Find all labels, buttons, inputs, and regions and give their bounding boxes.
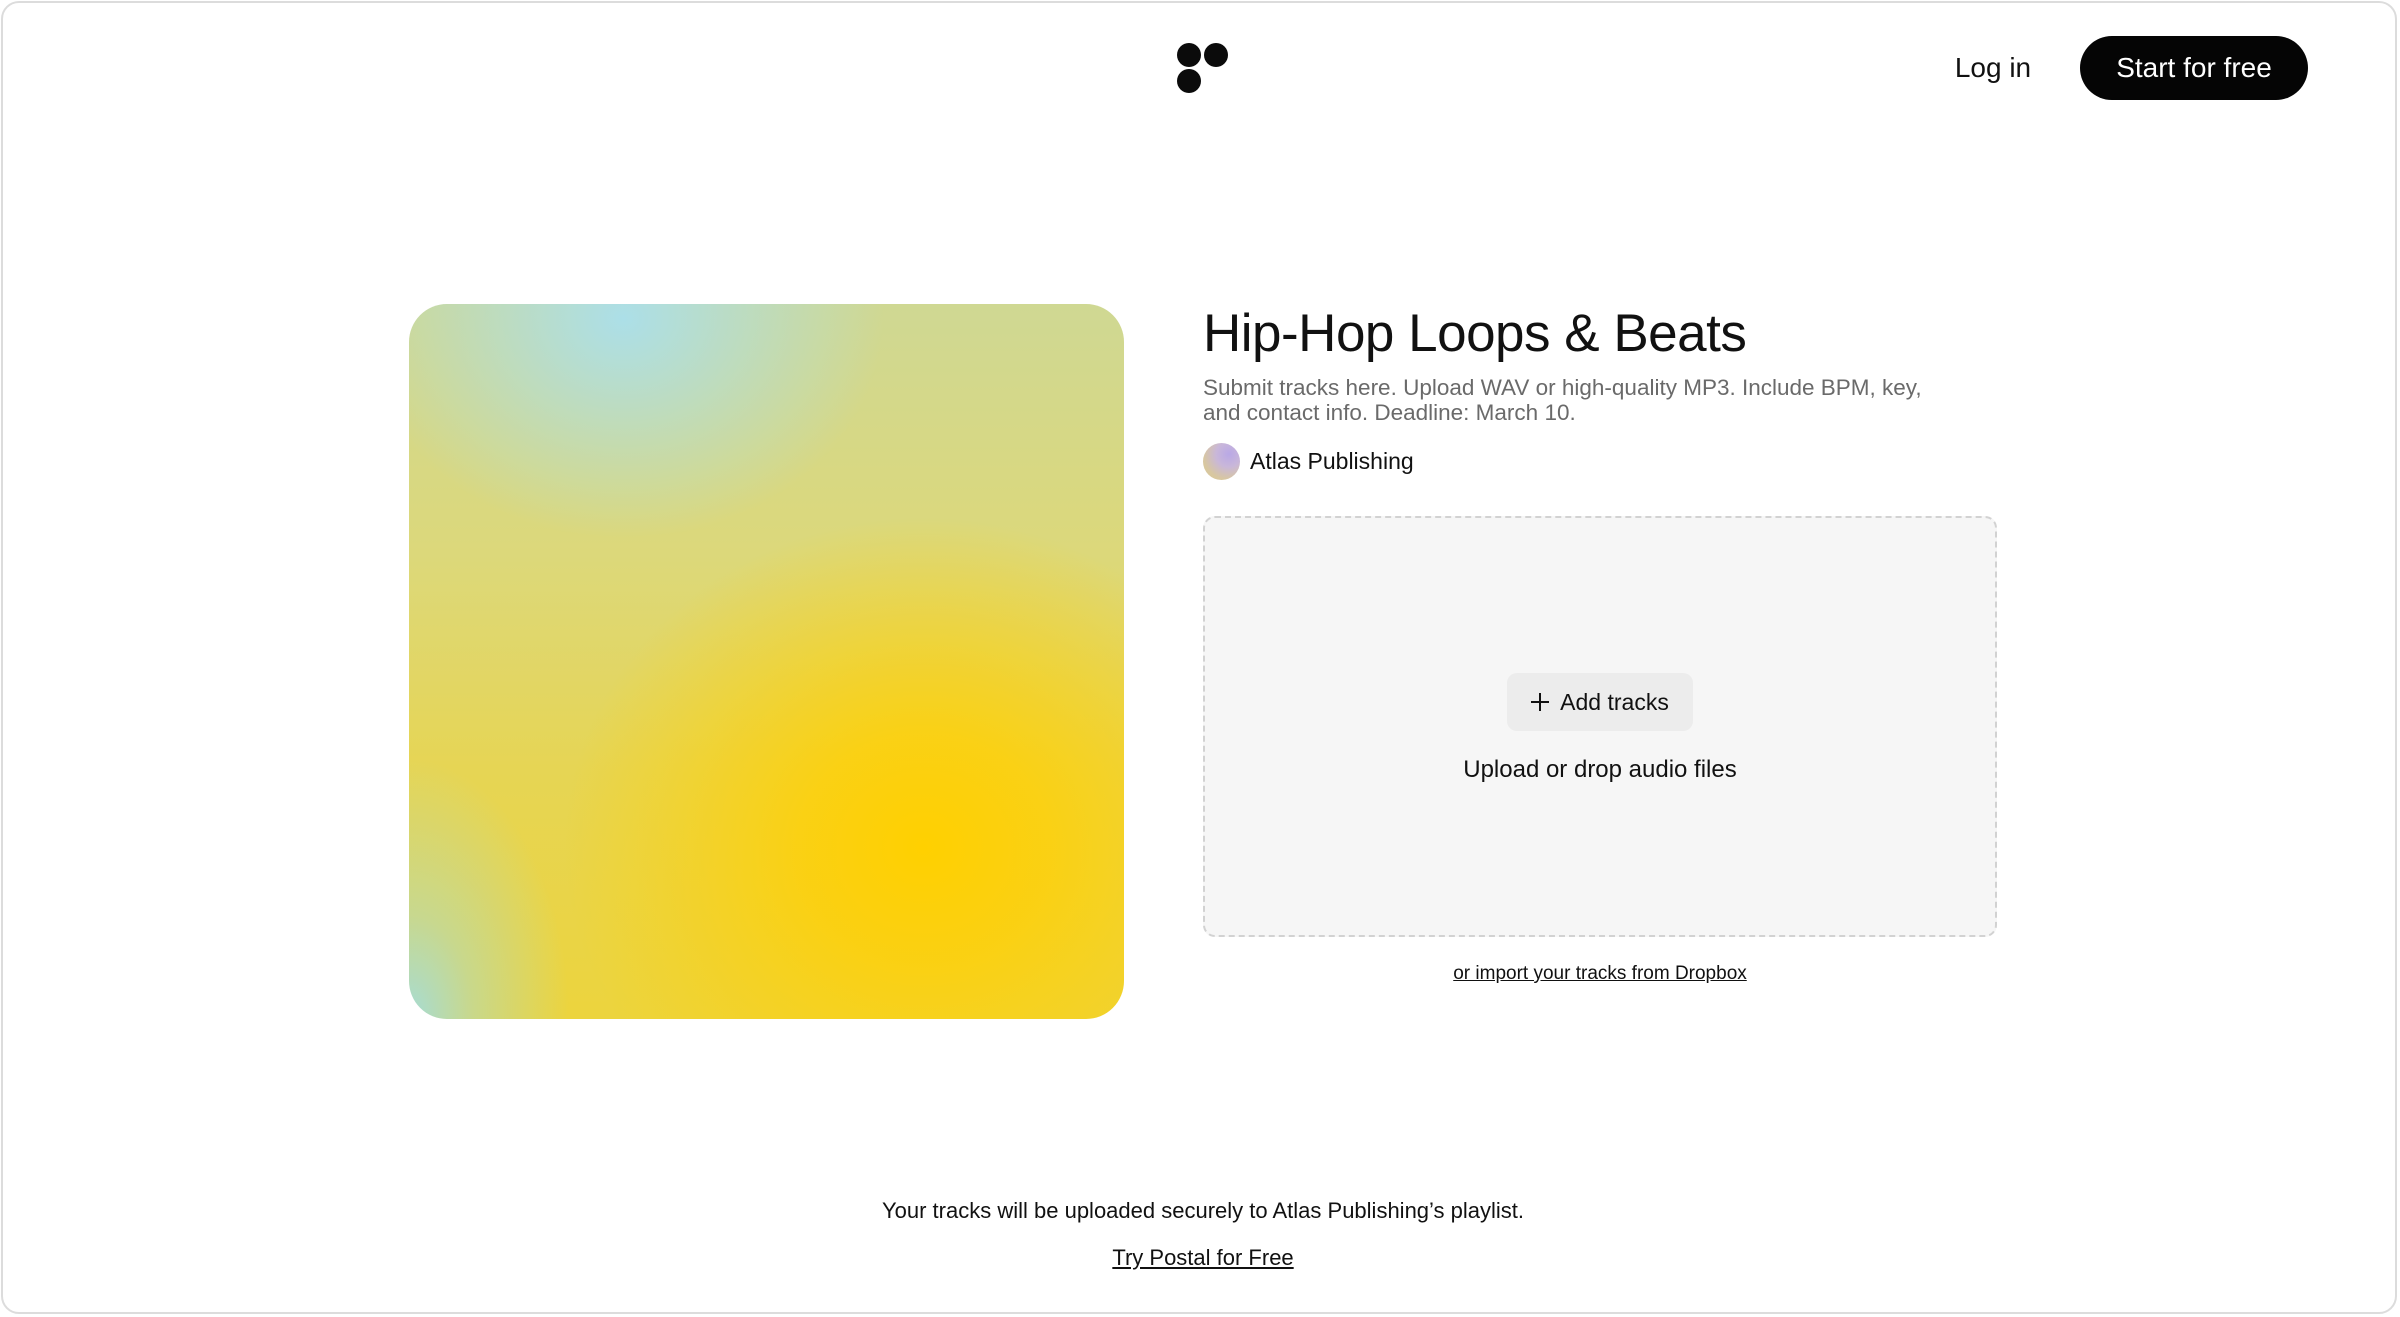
- start-for-free-button[interactable]: Start for free: [2080, 36, 2308, 100]
- avatar: [1203, 442, 1240, 480]
- logo-dot: [1177, 43, 1201, 67]
- logo-dot: [1204, 43, 1228, 67]
- add-tracks-button[interactable]: Add tracks: [1507, 673, 1693, 731]
- plus-icon: [1531, 693, 1550, 711]
- dropbox-import-link[interactable]: or import your tracks from Dropbox: [1203, 963, 1997, 985]
- page-frame: Log in Start for free Hip-Hop Loops & Be…: [1, 1, 2397, 1314]
- try-postal-link[interactable]: Try Postal for Free: [1003, 1245, 1403, 1271]
- playlist-title: Hip-Hop Loops & Beats: [1203, 304, 1747, 363]
- playlist-description: Submit tracks here. Upload WAV or high-q…: [1203, 375, 1922, 425]
- owner-name: Atlas Publishing: [1250, 447, 1414, 474]
- playlist-cover-art: [409, 304, 1124, 1019]
- footer-note: Your tracks will be uploaded securely to…: [881, 1198, 1525, 1223]
- postal-logo-icon[interactable]: [1175, 41, 1231, 95]
- add-tracks-label: Add tracks: [1560, 688, 1669, 715]
- upload-dropzone[interactable]: Add tracks Upload or drop audio files: [1203, 516, 1997, 937]
- upload-hint: Upload or drop audio files: [1463, 756, 1737, 783]
- logo-dot: [1177, 69, 1201, 93]
- login-link[interactable]: Log in: [1933, 43, 2053, 93]
- playlist-owner: Atlas Publishing: [1203, 442, 1414, 480]
